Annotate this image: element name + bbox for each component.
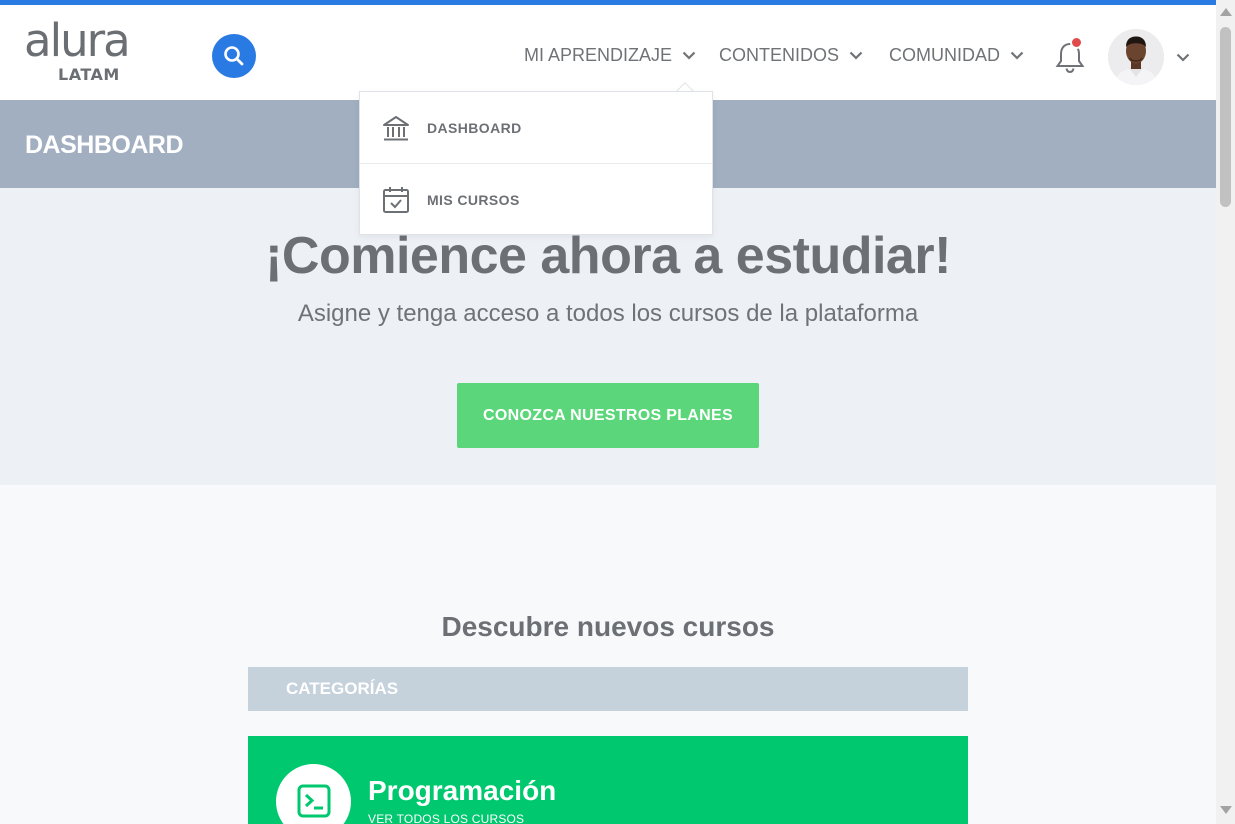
nav-comunidad[interactable]: COMUNIDAD [889,40,1024,70]
dropdown-item-mis-cursos-label: MIS CURSOS [427,192,520,208]
categories-bar: CATEGORÍAS [248,667,968,711]
dropdown-item-dashboard-label: DASHBOARD [427,120,522,136]
logo-sub-text: LATAM [58,65,120,84]
discover-heading: Descubre nuevos cursos [441,611,775,642]
vertical-scrollbar[interactable] [1216,0,1235,824]
hero-subtitle: Asigne y tenga acceso a todos los cursos… [297,300,919,327]
chevron-down-icon [1010,51,1024,60]
category-icon-circle [276,764,351,824]
user-avatar[interactable] [1108,29,1164,85]
hero-title: ¡Comience ahora a estudiar! [265,227,951,285]
nav-mi-aprendizaje-label: MI APRENDIZAJE [524,44,673,65]
chevron-down-icon [849,51,863,60]
site-header: alura LATAM MI APRENDIZAJE CONTENIDOS CO… [0,5,1216,100]
mi-aprendizaje-dropdown: DASHBOARD MIS CURSOS [359,91,713,235]
notification-badge [1070,36,1083,49]
search-icon [224,46,244,66]
user-photo [1108,29,1164,85]
nav-mi-aprendizaje[interactable]: MI APRENDIZAJE [524,40,696,70]
search-button[interactable] [212,34,256,78]
dropdown-item-mis-cursos[interactable]: MIS CURSOS [360,164,712,235]
nav-contenidos-label: CONTENIDOS [719,44,840,65]
terminal-icon [297,784,330,818]
dropdown-item-dashboard[interactable]: DASHBOARD [360,92,712,163]
chevron-down-icon [682,51,696,60]
nav-comunidad-label: COMUNIDAD [889,44,1000,65]
scrollbar-thumb[interactable] [1220,27,1231,207]
category-title: Programación [368,775,557,806]
alura-logo[interactable]: alura LATAM [24,15,131,85]
scroll-down-arrow[interactable] [1220,806,1232,814]
calendar-check-icon [383,187,409,213]
chevron-down-icon [1176,53,1190,62]
plans-button[interactable]: CONOZCA NUESTROS PLANES [457,383,759,448]
scroll-up-arrow[interactable] [1220,8,1232,16]
user-menu-toggle[interactable] [1176,49,1190,67]
categories-label: CATEGORÍAS [286,679,399,698]
nav-contenidos[interactable]: CONTENIDOS [719,40,863,70]
dashboard-title: DASHBOARD [25,131,184,159]
category-card-programacion[interactable]: Programación VER TODOS LOS CURSOS [248,736,968,824]
bank-building-icon [383,116,409,141]
logo-main-text: alura [24,14,131,67]
view-all-courses-link[interactable]: VER TODOS LOS CURSOS [368,812,524,824]
